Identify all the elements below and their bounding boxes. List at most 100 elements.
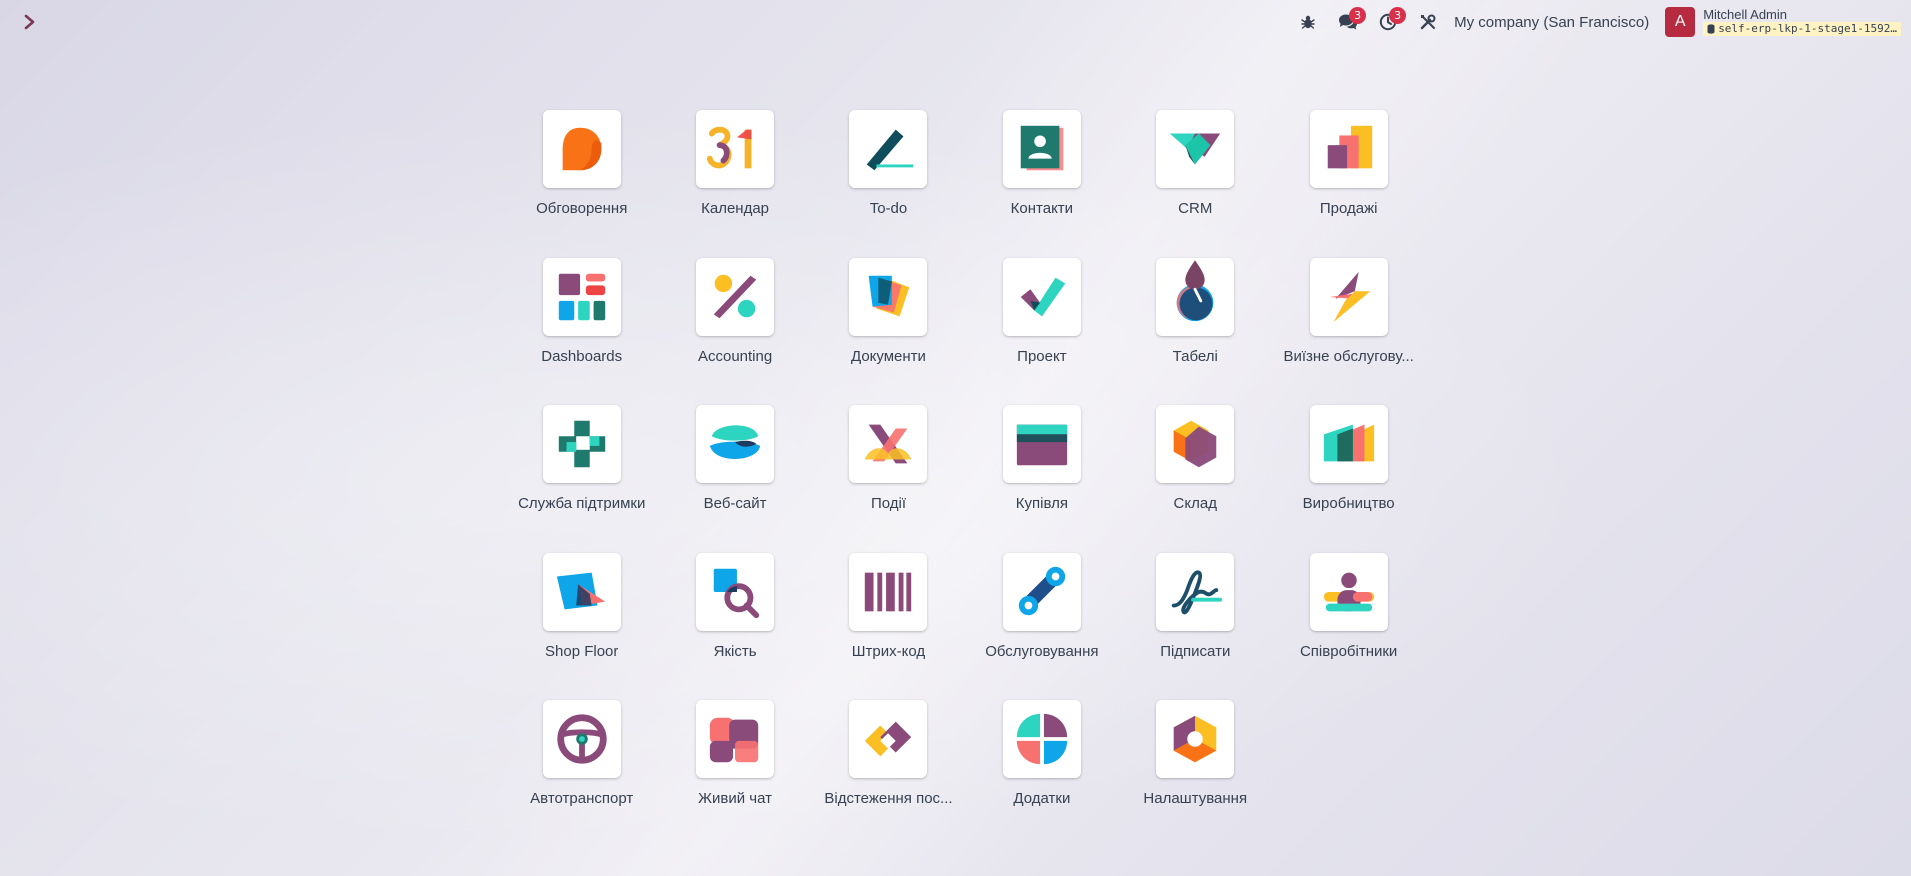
fleet-icon	[542, 700, 621, 778]
manufacturing-icon	[1309, 405, 1388, 483]
app-label: Табелі	[1172, 347, 1218, 365]
app-todo[interactable]: To-do	[812, 110, 965, 258]
app-label: Продажі	[1319, 200, 1378, 217]
app-label: Обслуговування	[985, 642, 1099, 660]
chevron-right-icon	[24, 14, 35, 30]
sales-icon	[1309, 110, 1388, 188]
app-sales[interactable]: Продажі	[1272, 110, 1425, 258]
app-label: Підписати	[1160, 642, 1231, 660]
app-label: Співробітники	[1299, 642, 1398, 660]
user-menu[interactable]: A Mitchell Admin self-erp-lkp-1-stage1-1…	[1665, 7, 1901, 37]
link-tracker-icon	[849, 700, 928, 778]
studio-button[interactable]	[1408, 0, 1448, 44]
app-label: Контакти	[1010, 200, 1074, 217]
contacts-icon	[1002, 110, 1081, 188]
app-field-service[interactable]: Виїзне обслугову...	[1272, 257, 1425, 406]
company-switcher[interactable]: My company (San Francisco)	[1448, 14, 1665, 31]
timesheets-icon	[1156, 257, 1235, 336]
website-icon	[696, 405, 775, 483]
app-discuss[interactable]: Обговорення	[505, 110, 658, 258]
accounting-icon	[696, 257, 775, 336]
app-helpdesk[interactable]: Служба підтримки	[505, 405, 658, 553]
barcode-icon	[849, 552, 928, 631]
helpdesk-icon	[542, 405, 621, 483]
user-info: Mitchell Admin self-erp-lkp-1-stage1-159…	[1703, 6, 1901, 37]
database-name: self-erp-lkp-1-stage1-1592…	[1703, 22, 1901, 37]
app-label: Додатки	[1013, 790, 1071, 807]
app-link-tracker[interactable]: Відстеження пос...	[812, 700, 965, 848]
database-name-text: self-erp-lkp-1-stage1-1592…	[1718, 22, 1897, 36]
purchase-icon	[1002, 405, 1081, 483]
messages-badge: 3	[1349, 7, 1367, 24]
events-icon	[849, 405, 928, 483]
app-project[interactable]: Проект	[965, 257, 1118, 406]
app-dashboards[interactable]: Dashboards	[505, 257, 658, 406]
app-label: Виробництво	[1302, 495, 1395, 512]
app-live-chat[interactable]: Живий чат	[658, 700, 811, 848]
app-fleet[interactable]: Автотранспорт	[505, 700, 658, 848]
app-apps[interactable]: Додатки	[965, 700, 1118, 848]
bug-icon	[1301, 15, 1315, 29]
app-label: Проект	[1017, 347, 1067, 365]
app-maintenance[interactable]: Обслуговування	[965, 552, 1118, 701]
apps-icon	[1002, 700, 1081, 778]
discuss-icon	[542, 110, 621, 188]
top-navbar: 3 3 My company (San Francisco) A Mitchel…	[0, 0, 1911, 44]
inventory-icon	[1156, 405, 1235, 483]
app-label: Dashboards	[541, 347, 623, 365]
app-label: Веб-сайт	[703, 495, 767, 512]
home-menu-toggle[interactable]	[18, 10, 42, 34]
app-label: Обговорення	[536, 200, 628, 217]
tools-icon	[1420, 14, 1436, 30]
app-settings[interactable]: Налаштування	[1119, 700, 1272, 848]
app-label: Відстеження пос...	[824, 790, 953, 807]
activities-button[interactable]: 3	[1368, 0, 1408, 44]
settings-icon	[1156, 700, 1235, 778]
app-label: Якість	[713, 642, 757, 660]
app-grid: Обговорення Календар To-do Контакти CRM …	[505, 110, 1425, 848]
app-crm[interactable]: CRM	[1119, 110, 1272, 258]
app-label: Служба підтримки	[518, 495, 646, 512]
app-label: Автотранспорт	[530, 790, 634, 807]
app-sign[interactable]: Підписати	[1119, 552, 1272, 701]
app-label: CRM	[1178, 200, 1213, 217]
app-label: Shop Floor	[545, 642, 619, 660]
crm-icon	[1156, 110, 1235, 188]
dashboards-icon	[542, 257, 621, 336]
app-label: Виїзне обслугову...	[1283, 347, 1414, 365]
app-website[interactable]: Веб-сайт	[658, 405, 811, 553]
app-accounting[interactable]: Accounting	[658, 257, 811, 406]
app-label: Штрих-код	[851, 642, 926, 660]
app-documents[interactable]: Документи	[812, 257, 965, 406]
app-inventory[interactable]: Склад	[1119, 405, 1272, 553]
app-purchase[interactable]: Купівля	[965, 405, 1118, 553]
project-icon	[1002, 257, 1081, 336]
app-events[interactable]: Події	[812, 405, 965, 553]
app-label: Події	[870, 495, 906, 512]
sign-icon	[1156, 552, 1235, 631]
user-name: Mitchell Admin	[1703, 6, 1787, 22]
maintenance-icon	[1002, 552, 1081, 631]
app-label: Склад	[1173, 495, 1217, 512]
todo-icon	[849, 110, 928, 188]
employees-icon	[1309, 552, 1388, 631]
app-label: Accounting	[697, 347, 773, 365]
app-contacts[interactable]: Контакти	[965, 110, 1118, 258]
app-label: Живий чат	[698, 790, 772, 807]
app-label: Купівля	[1015, 495, 1068, 512]
app-shop-floor[interactable]: Shop Floor	[505, 552, 658, 701]
quality-icon	[696, 552, 775, 631]
debug-button[interactable]	[1288, 0, 1328, 44]
app-manufacturing[interactable]: Виробництво	[1272, 405, 1425, 553]
systray: 3 3 My company (San Francisco) A Mitchel…	[1288, 0, 1901, 44]
app-quality[interactable]: Якість	[658, 552, 811, 701]
documents-icon	[849, 257, 928, 336]
app-calendar[interactable]: Календар	[658, 110, 811, 258]
app-barcode[interactable]: Штрих-код	[812, 552, 965, 701]
shop-floor-icon	[542, 552, 621, 631]
messages-button[interactable]: 3	[1328, 0, 1368, 44]
live-chat-icon	[696, 700, 775, 778]
app-label: To-do	[869, 200, 908, 217]
app-employees[interactable]: Співробітники	[1272, 552, 1425, 701]
app-timesheets[interactable]: Табелі	[1119, 257, 1272, 406]
